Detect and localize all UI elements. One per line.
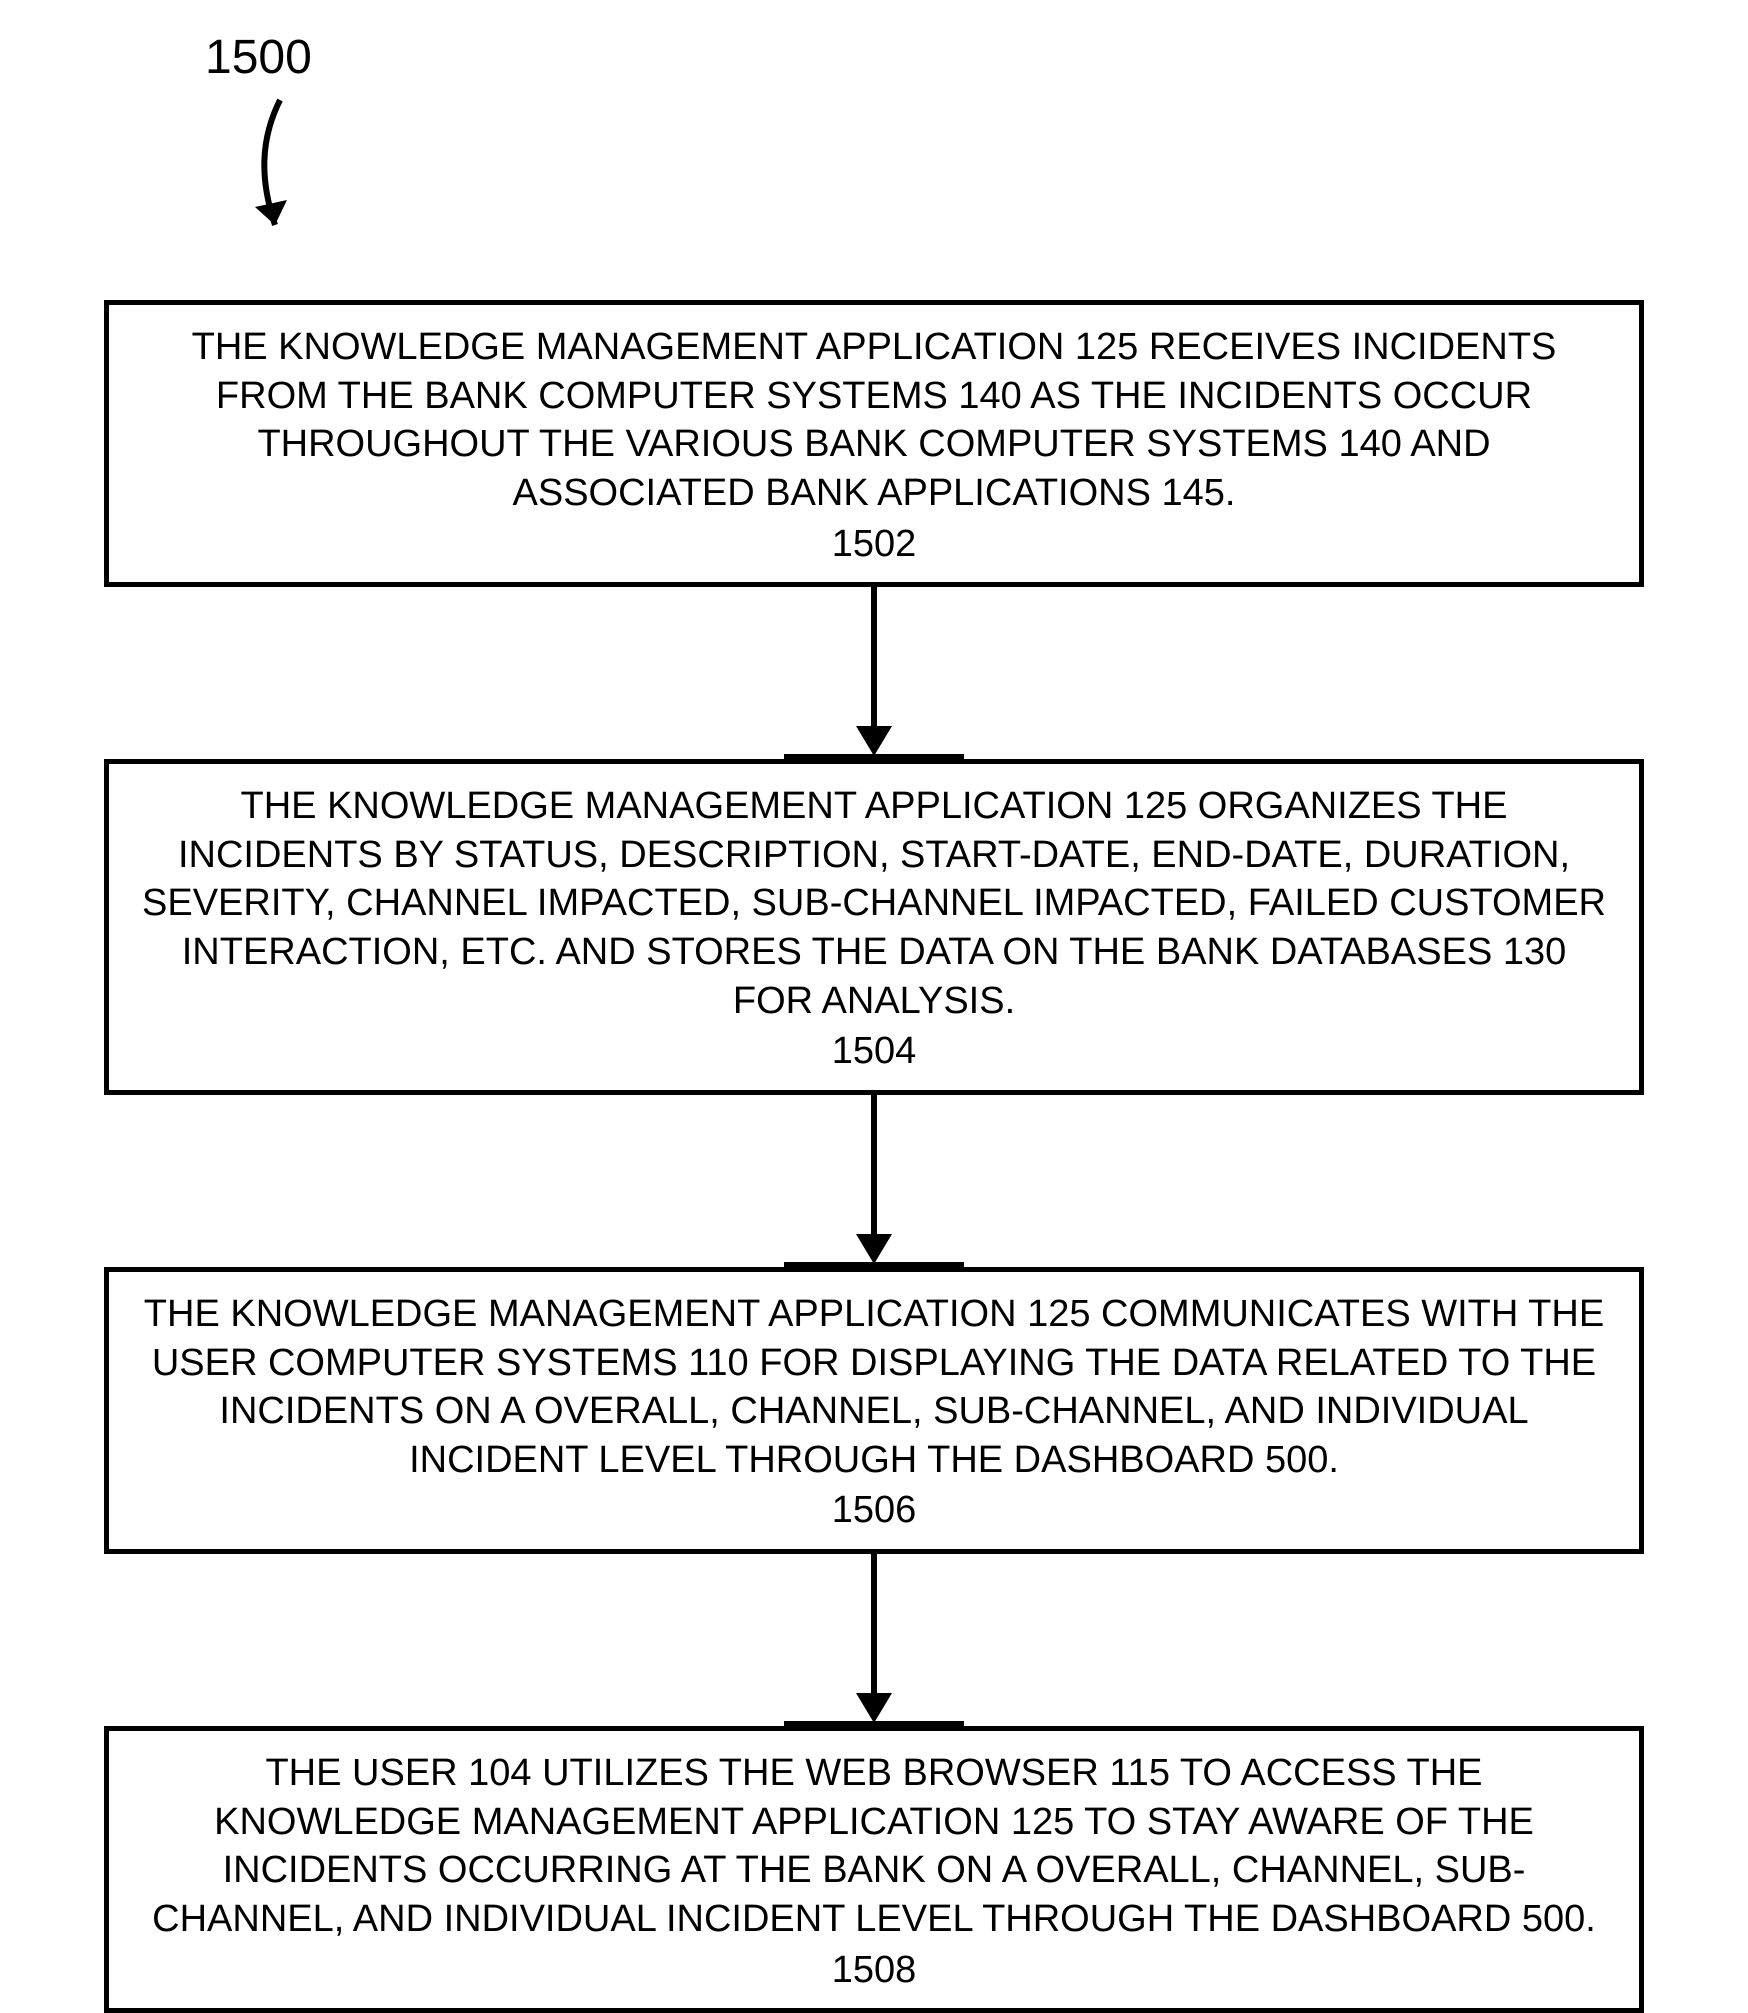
flow-step: THE USER 104 UTILIZES THE WEB BROWSER 11… [104,1726,1644,2013]
flow-step-ref: 1508 [139,1946,1609,1995]
flow-step-text: THE KNOWLEDGE MANAGEMENT APPLICATION 125… [139,1290,1609,1485]
flow-step: THE KNOWLEDGE MANAGEMENT APPLICATION 125… [104,300,1644,587]
flow-step-ref: 1502 [139,520,1609,569]
flow-connector [784,1554,964,1726]
arrow-down-icon [856,1693,892,1723]
flow-step-text: THE USER 104 UTILIZES THE WEB BROWSER 11… [139,1749,1609,1944]
flowchart-page: 1500 THE KNOWLEDGE MANAGEMENT APPLICATIO… [0,0,1748,1967]
flow-step-text: THE KNOWLEDGE MANAGEMENT APPLICATION 125… [139,323,1609,518]
flow-step-ref: 1504 [139,1027,1609,1076]
flow-step: THE KNOWLEDGE MANAGEMENT APPLICATION 125… [104,1267,1644,1554]
flow-connector [784,1095,964,1267]
flowchart: THE KNOWLEDGE MANAGEMENT APPLICATION 125… [100,300,1648,2013]
flow-step-ref: 1506 [139,1486,1609,1535]
connector-line [871,587,877,727]
flow-step: THE KNOWLEDGE MANAGEMENT APPLICATION 125… [104,759,1644,1095]
figure-label: 1500 [205,30,312,85]
figure-label-arrow-icon [235,95,325,255]
connector-line [871,1095,877,1235]
arrow-down-icon [856,726,892,756]
flow-step-text: THE KNOWLEDGE MANAGEMENT APPLICATION 125… [139,782,1609,1025]
connector-line [871,1554,877,1694]
arrow-down-icon [856,1234,892,1264]
flow-connector [784,587,964,759]
